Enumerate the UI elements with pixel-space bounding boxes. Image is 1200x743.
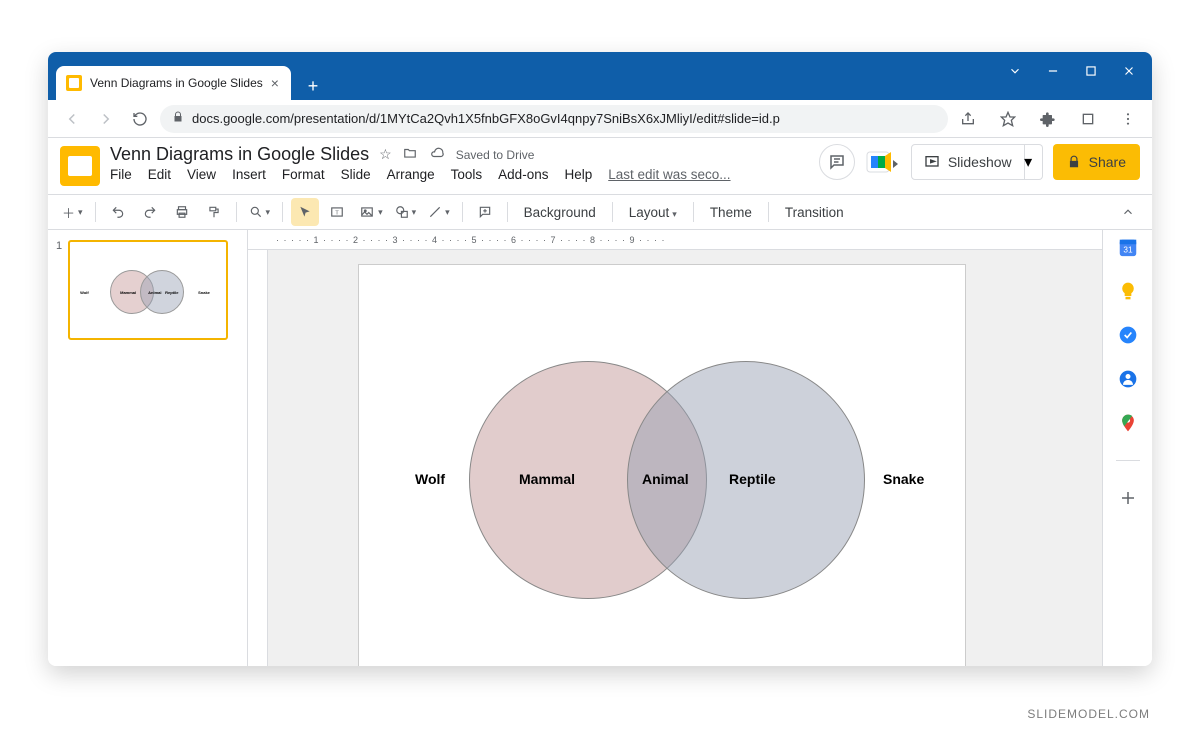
menu-slide[interactable]: Slide — [341, 167, 371, 182]
url-text: docs.google.com/presentation/d/1MYtCa2Qv… — [192, 111, 780, 126]
menu-tools[interactable]: Tools — [451, 167, 483, 182]
new-tab-button[interactable]: + — [299, 72, 327, 100]
toolbar: ＋ T Background Layout Theme Transition — [48, 194, 1152, 230]
share-button[interactable]: Share — [1053, 144, 1140, 180]
account-icon[interactable] — [1074, 105, 1102, 133]
menu-view[interactable]: View — [187, 167, 216, 182]
slideshow-dropdown[interactable]: ▾ — [1015, 144, 1043, 180]
slideshow-label: Slideshow — [948, 154, 1012, 170]
menu-addons[interactable]: Add-ons — [498, 167, 548, 182]
slide-canvas[interactable]: Wolf Mammal Animal Reptile Snake — [358, 264, 966, 666]
maps-icon[interactable] — [1117, 412, 1139, 434]
url-input[interactable]: docs.google.com/presentation/d/1MYtCa2Qv… — [160, 105, 948, 133]
slides-logo-icon[interactable] — [60, 146, 100, 186]
kebab-menu-icon[interactable] — [1114, 105, 1142, 133]
set-label-left[interactable]: Mammal — [519, 471, 575, 487]
outside-label-left[interactable]: Wolf — [415, 471, 445, 487]
reload-button[interactable] — [126, 105, 154, 133]
back-button[interactable] — [58, 105, 86, 133]
svg-text:31: 31 — [1123, 246, 1133, 255]
paint-format-button[interactable] — [200, 198, 228, 226]
slide-thumbnail[interactable]: Wolf Mammal Animal Reptile Snake — [68, 240, 228, 340]
print-button[interactable] — [168, 198, 196, 226]
menu-arrange[interactable]: Arrange — [387, 167, 435, 182]
close-tab-icon[interactable]: × — [271, 75, 279, 91]
menu-help[interactable]: Help — [564, 167, 592, 182]
last-edit-status[interactable]: Last edit was seco... — [608, 167, 730, 182]
horizontal-ruler: · · · · · 1 · · · · 2 · · · · 3 · · · · … — [248, 230, 1102, 250]
menu-insert[interactable]: Insert — [232, 167, 266, 182]
venn-diagram: Wolf Mammal Animal Reptile Snake — [359, 265, 965, 666]
cloud-saved-icon — [428, 146, 446, 163]
svg-text:T: T — [335, 210, 339, 216]
saved-status: Saved to Drive — [456, 148, 535, 162]
menu-edit[interactable]: Edit — [148, 167, 171, 182]
set-label-right[interactable]: Reptile — [729, 471, 776, 487]
docs-header: Venn Diagrams in Google Slides ☆ Saved t… — [48, 138, 1152, 194]
background-button[interactable]: Background — [516, 205, 604, 220]
menu-bar: File Edit View Insert Format Slide Arran… — [110, 167, 731, 182]
canvas-area[interactable]: · · · · · 1 · · · · 2 · · · · 3 · · · · … — [248, 230, 1102, 666]
meet-button[interactable] — [865, 148, 901, 176]
redo-button[interactable] — [136, 198, 164, 226]
slideshow-button[interactable]: Slideshow — [911, 144, 1025, 180]
image-button[interactable] — [355, 198, 387, 226]
lock-icon — [172, 111, 184, 126]
undo-button[interactable] — [104, 198, 132, 226]
doc-title[interactable]: Venn Diagrams in Google Slides — [110, 144, 369, 165]
menu-format[interactable]: Format — [282, 167, 325, 182]
outside-label-right[interactable]: Snake — [883, 471, 924, 487]
tasks-icon[interactable] — [1117, 324, 1139, 346]
new-slide-button[interactable]: ＋ — [58, 198, 87, 226]
line-button[interactable] — [424, 198, 454, 226]
address-bar: docs.google.com/presentation/d/1MYtCa2Qv… — [48, 100, 1152, 138]
browser-window: Venn Diagrams in Google Slides × + docs.… — [48, 52, 1152, 666]
move-doc-icon[interactable] — [402, 146, 418, 163]
add-addon-button[interactable] — [1117, 487, 1139, 509]
share-label: Share — [1089, 154, 1126, 170]
calendar-icon[interactable]: 31 — [1117, 236, 1139, 258]
browser-tab[interactable]: Venn Diagrams in Google Slides × — [56, 66, 291, 100]
tab-title: Venn Diagrams in Google Slides — [90, 76, 263, 90]
chevron-down-icon[interactable] — [1008, 64, 1022, 78]
keep-icon[interactable] — [1117, 280, 1139, 302]
slides-favicon-icon — [66, 75, 82, 91]
side-panel: 31 — [1102, 230, 1152, 666]
browser-titlebar: Venn Diagrams in Google Slides × + — [48, 52, 1152, 100]
menu-file[interactable]: File — [110, 167, 132, 182]
comments-button[interactable] — [819, 144, 855, 180]
layout-button[interactable]: Layout — [621, 205, 685, 220]
close-window-icon[interactable] — [1122, 64, 1136, 78]
filmstrip[interactable]: 1 Wolf Mammal Animal Reptile Snake — [48, 230, 248, 666]
star-doc-icon[interactable]: ☆ — [379, 146, 392, 163]
contacts-icon[interactable] — [1117, 368, 1139, 390]
bookmark-star-icon[interactable] — [994, 105, 1022, 133]
collapse-toolbar-button[interactable] — [1114, 198, 1142, 226]
vertical-ruler — [248, 250, 268, 666]
share-page-icon[interactable] — [954, 105, 982, 133]
main-area: 1 Wolf Mammal Animal Reptile Snake · · ·… — [48, 230, 1152, 666]
intersection-label[interactable]: Animal — [642, 471, 689, 487]
watermark: SLIDEMODEL.COM — [1027, 707, 1150, 721]
slide-number: 1 — [56, 240, 62, 340]
comment-button[interactable] — [471, 198, 499, 226]
theme-button[interactable]: Theme — [702, 205, 760, 220]
zoom-button[interactable] — [245, 198, 275, 226]
window-controls — [1008, 52, 1152, 100]
extensions-icon[interactable] — [1034, 105, 1062, 133]
maximize-icon[interactable] — [1084, 64, 1098, 78]
transition-button[interactable]: Transition — [777, 205, 852, 220]
select-tool-button[interactable] — [291, 198, 319, 226]
minimize-icon[interactable] — [1046, 64, 1060, 78]
forward-button[interactable] — [92, 105, 120, 133]
shape-button[interactable] — [391, 198, 421, 226]
textbox-button[interactable]: T — [323, 198, 351, 226]
